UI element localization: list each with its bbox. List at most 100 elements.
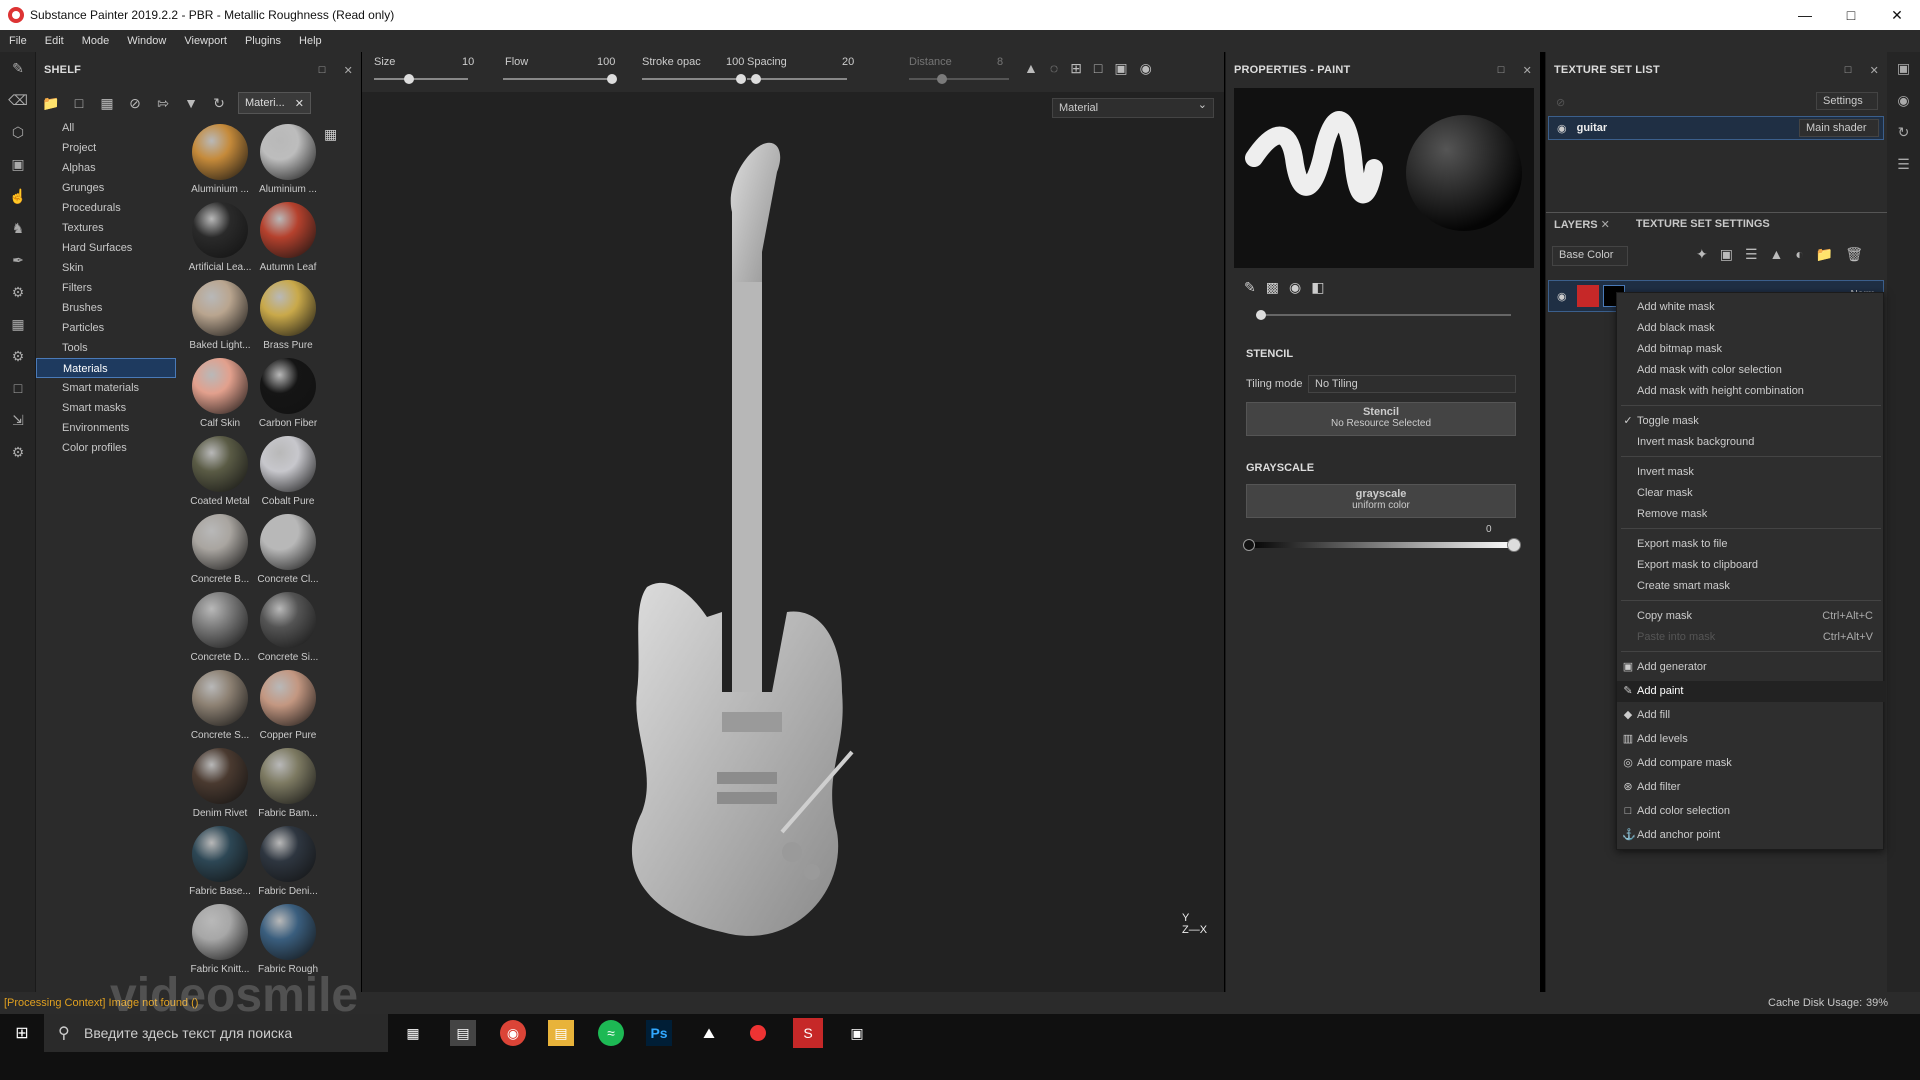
menu-item[interactable]: ⚓ Add anchor point <box>1617 825 1885 846</box>
category-item[interactable]: Smart materials <box>36 378 176 398</box>
menu-item[interactable]: Remove mask <box>1617 504 1885 525</box>
shader-select[interactable]: Main shader <box>1799 119 1879 137</box>
float-icon[interactable]: □ <box>1498 64 1505 77</box>
export-icon[interactable]: ⇲ <box>0 404 36 436</box>
layer-visibility-icon[interactable]: ◉ <box>1557 290 1567 303</box>
size-slider[interactable]: Size 10 <box>362 52 477 92</box>
category-item[interactable]: Textures <box>36 218 176 238</box>
photoshop-icon[interactable]: Ps <box>646 1020 672 1046</box>
menu-mode[interactable]: Mode <box>73 35 119 47</box>
texture-set-settings-button[interactable]: Settings <box>1816 92 1878 110</box>
record-icon[interactable] <box>745 1020 771 1046</box>
symmetry-icon[interactable]: ▲ <box>1024 60 1038 77</box>
stencil-resource-button[interactable]: Stencil No Resource Selected <box>1246 402 1516 436</box>
material-thumbnail[interactable]: Calf Skin <box>186 358 254 429</box>
spotify-icon[interactable]: ≈ <box>598 1020 624 1046</box>
menu-item[interactable]: Create smart mask <box>1617 576 1885 597</box>
file-explorer-icon[interactable]: ▤ <box>548 1020 574 1046</box>
save-icon[interactable]: ▦ <box>98 94 116 112</box>
display-settings-icon[interactable]: ◉ <box>1887 84 1920 116</box>
menu-item[interactable]: Invert mask background <box>1617 432 1885 453</box>
material-thumbnail[interactable]: Coated Metal <box>186 436 254 507</box>
material-thumbnail[interactable]: Fabric Bam... <box>254 748 322 819</box>
maximize-button[interactable]: □ <box>1828 0 1874 30</box>
add-layer-icon[interactable]: ☰ <box>1745 246 1758 263</box>
category-item[interactable]: Brushes <box>36 298 176 318</box>
log-icon[interactable]: ☰ <box>1887 148 1920 180</box>
material-thumbnail[interactable]: Fabric Base... <box>186 826 254 897</box>
menu-window[interactable]: Window <box>118 35 175 47</box>
camera-icon[interactable]: ◉ <box>1140 60 1152 77</box>
menu-item[interactable]: Add white mask <box>1617 297 1885 318</box>
history-icon[interactable]: ↻ <box>1887 116 1920 148</box>
3d-view-icon[interactable]: ▣ <box>1114 60 1127 77</box>
flow-slider[interactable]: Flow 100 <box>477 52 622 92</box>
material-thumbnail[interactable]: Concrete Cl... <box>254 514 322 585</box>
alpha-tab-icon[interactable]: ◉ <box>1289 279 1301 296</box>
category-item[interactable]: Particles <box>36 318 176 338</box>
grayscale-button[interactable]: grayscale uniform color <box>1246 484 1516 518</box>
category-item[interactable]: Project <box>36 138 176 158</box>
crop-icon[interactable]: ⊞ <box>1070 60 1082 77</box>
menu-item[interactable]: □ Add color selection <box>1617 801 1885 822</box>
material-thumbnail[interactable]: Concrete D... <box>186 592 254 663</box>
float-icon[interactable]: □ <box>319 64 326 77</box>
menu-item[interactable]: Clear mask <box>1617 483 1885 504</box>
start-button[interactable]: ⊞ <box>0 1014 44 1052</box>
material-thumbnail[interactable]: Concrete B... <box>186 514 254 585</box>
float-icon[interactable]: □ <box>1845 64 1852 77</box>
close-layers-icon[interactable]: ✕ <box>1601 219 1610 231</box>
3d-viewport[interactable]: Size 10 Flow 100 Stroke opac 100 Spacing… <box>362 52 1224 992</box>
menu-item[interactable]: ▣ Add generator <box>1617 657 1885 678</box>
category-item[interactable]: Skin <box>36 258 176 278</box>
refresh-icon[interactable]: ↻ <box>210 94 228 112</box>
material-thumbnail[interactable]: Carbon Fiber <box>254 358 322 429</box>
new-icon[interactable]: □ <box>70 94 88 112</box>
brush-param-slider[interactable] <box>1256 310 1511 320</box>
material-thumbnail[interactable]: Copper Pure <box>254 670 322 741</box>
grid-view-icon[interactable]: ▦ <box>324 126 337 143</box>
menu-item[interactable]: Add black mask <box>1617 318 1885 339</box>
taskbar-search[interactable]: ⚲ Введите здесь текст для поиска <box>44 1014 388 1052</box>
close-shelf-icon[interactable]: ✕ <box>344 64 353 77</box>
category-item[interactable]: Materials <box>36 358 176 378</box>
menu-item[interactable]: ◆ Add fill <box>1617 705 1885 726</box>
folder-icon[interactable]: 📁 <box>42 94 60 112</box>
grayscale-slider[interactable] <box>1243 538 1521 552</box>
plugin-icon[interactable]: ⚙ <box>0 436 36 468</box>
menu-item[interactable]: Add mask with color selection <box>1617 360 1885 381</box>
material-thumbnail[interactable]: Artificial Lea... <box>186 202 254 273</box>
remove-filter-icon[interactable]: ✕ <box>295 97 304 110</box>
settings-icon[interactable]: ⚙ <box>0 340 36 372</box>
material-thumbnail[interactable]: Fabric Deni... <box>254 826 322 897</box>
texture-set-row[interactable]: ◉ guitar Main shader <box>1548 116 1884 140</box>
paint-tool-icon[interactable]: ✎ <box>0 52 36 84</box>
material-thumbnail[interactable]: Cobalt Pure <box>254 436 322 507</box>
add-folder-icon[interactable]: 📁 <box>1816 246 1833 263</box>
menu-item[interactable]: Invert mask <box>1617 462 1885 483</box>
menu-item[interactable]: Export mask to file <box>1617 534 1885 555</box>
task-view-icon[interactable]: ▦ <box>400 1020 426 1046</box>
viewport-mode-select[interactable]: Material <box>1052 96 1214 118</box>
menu-edit[interactable]: Edit <box>36 35 73 47</box>
material-thumbnail[interactable]: Concrete S... <box>186 670 254 741</box>
material-thumbnail[interactable]: Fabric Rough <box>254 904 322 975</box>
shelf-filter-tag[interactable]: Materi... ✕ <box>238 92 311 114</box>
category-item[interactable]: Grunges <box>36 178 176 198</box>
menu-item[interactable]: Add bitmap mask <box>1617 339 1885 360</box>
projection-tool-icon[interactable]: ⬡ <box>0 116 36 148</box>
grid-icon[interactable]: ▦ <box>0 308 36 340</box>
hide-icon[interactable]: ⊘ <box>126 94 144 112</box>
eraser-tool-icon[interactable]: ⌫ <box>0 84 36 116</box>
color-picker-icon[interactable]: ✒ <box>0 244 36 276</box>
category-item[interactable]: Filters <box>36 278 176 298</box>
material-thumbnail[interactable]: Autumn Leaf <box>254 202 322 273</box>
material-thumbnail[interactable]: Denim Rivet <box>186 748 254 819</box>
substance-painter-taskbar-icon[interactable]: S <box>793 1018 823 1048</box>
material-thumbnail[interactable]: Concrete Si... <box>254 592 322 663</box>
capture-icon[interactable]: ▣ <box>844 1020 870 1046</box>
calculator-icon[interactable]: ▤ <box>450 1020 476 1046</box>
add-smart-material-icon[interactable]: ◐ <box>1795 246 1803 263</box>
category-item[interactable]: Hard Surfaces <box>36 238 176 258</box>
delete-layer-icon[interactable]: 🗑 <box>1845 246 1863 263</box>
